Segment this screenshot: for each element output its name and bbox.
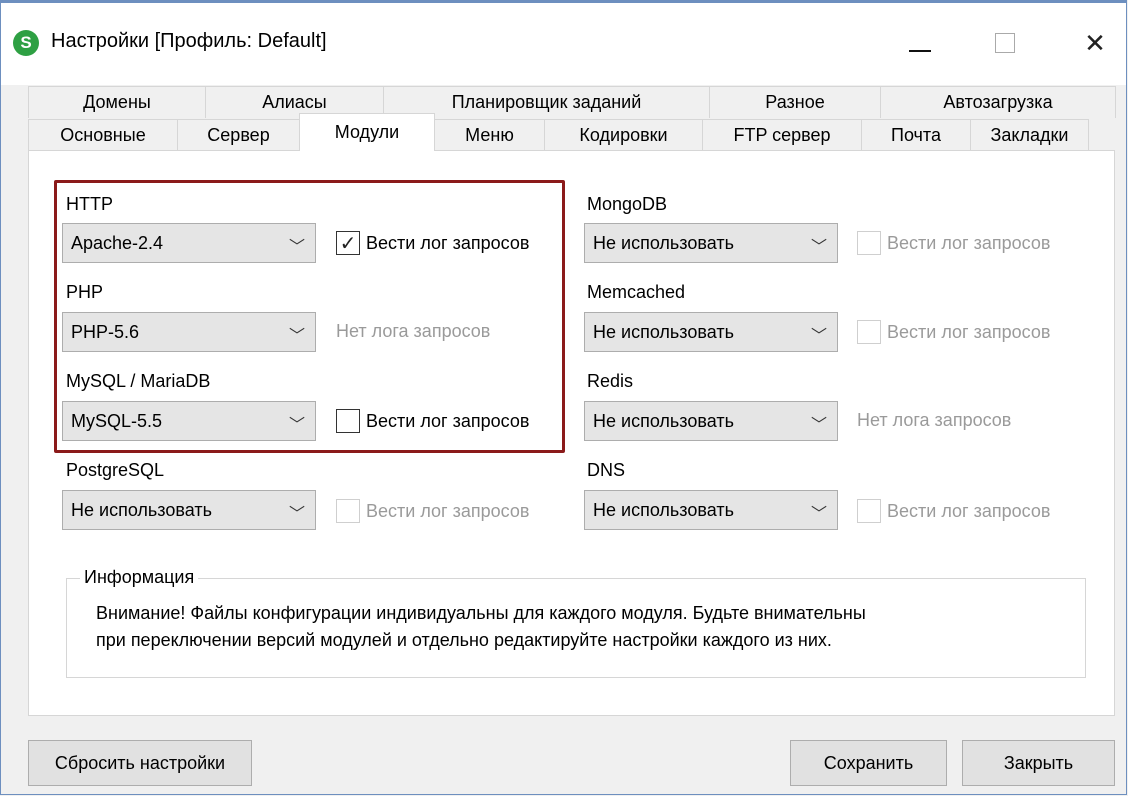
postgresql-label: PostgreSQL [66, 460, 165, 480]
memcached-select[interactable]: Не использовать ﹀ [584, 312, 838, 352]
checkmark-icon[interactable]: ✓ [336, 231, 360, 255]
dns-log-label: Вести лог запросов [887, 500, 1051, 521]
dns-log-checkbox[interactable]: Вести лог запросов [857, 499, 1050, 523]
memcached-select-value: Не использовать [593, 321, 734, 342]
checkbox-disabled-icon [857, 499, 881, 523]
chevron-down-icon: ﹀ [810, 506, 827, 523]
chevron-down-icon: ﹀ [288, 239, 305, 256]
chevron-down-icon: ﹀ [288, 328, 305, 345]
tab-row-back: Домены Алиасы Планировщик заданий Разное… [28, 86, 1116, 118]
memcached-log-label: Вести лог запросов [887, 321, 1051, 342]
http-label: HTTP [66, 194, 113, 214]
redis-select[interactable]: Не использовать ﹀ [584, 401, 838, 441]
tab-modules[interactable]: Модули [299, 113, 435, 151]
mongodb-select-value: Не использовать [593, 232, 734, 253]
save-button[interactable]: Сохранить [790, 740, 947, 786]
tab-ftp-server[interactable]: FTP сервер [702, 119, 862, 151]
checkbox-empty-icon[interactable] [336, 409, 360, 433]
postgresql-select-value: Не использовать [71, 499, 212, 520]
http-select-value: Apache-2.4 [71, 232, 164, 253]
close-icon[interactable]: ✕ [1066, 21, 1124, 65]
info-line-1: Внимание! Файлы конфигурации индивидуаль… [96, 603, 866, 623]
chevron-down-icon: ﹀ [288, 417, 305, 434]
redis-select-value: Не использовать [593, 410, 734, 431]
info-line-2: при переключении версий модулей и отдель… [96, 630, 832, 650]
http-log-checkbox[interactable]: ✓ Вести лог запросов [336, 231, 529, 255]
memcached-label: Memcached [587, 282, 686, 302]
tab-row-front: Основные Сервер Модули Меню Кодировки FT… [28, 113, 1089, 151]
checkbox-disabled-icon [336, 499, 360, 523]
php-select[interactable]: PHP-5.6 ﹀ [62, 312, 316, 352]
chevron-down-icon: ﹀ [810, 417, 827, 434]
checkbox-disabled-icon [857, 231, 881, 255]
checkbox-disabled-icon [857, 320, 881, 344]
tab-general[interactable]: Основные [28, 119, 178, 151]
app-logo-icon: S [13, 30, 39, 56]
memcached-log-checkbox[interactable]: Вести лог запросов [857, 320, 1050, 344]
mongodb-log-checkbox[interactable]: Вести лог запросов [857, 231, 1050, 255]
http-select[interactable]: Apache-2.4 ﹀ [62, 223, 316, 263]
postgresql-select[interactable]: Не использовать ﹀ [62, 490, 316, 530]
chevron-down-icon: ﹀ [810, 328, 827, 345]
tab-misc[interactable]: Разное [709, 86, 881, 118]
chevron-down-icon: ﹀ [810, 239, 827, 256]
reset-settings-button[interactable]: Сбросить настройки [28, 740, 252, 786]
chevron-down-icon: ﹀ [288, 506, 305, 523]
php-log-note: Нет лога запросов [336, 321, 491, 341]
redis-label: Redis [587, 371, 634, 391]
redis-log-note: Нет лога запросов [857, 410, 1012, 430]
dns-select-value: Не использовать [593, 499, 734, 520]
dns-select[interactable]: Не использовать ﹀ [584, 490, 838, 530]
postgresql-log-label: Вести лог запросов [366, 500, 530, 521]
tab-bookmarks[interactable]: Закладки [970, 119, 1089, 151]
tab-mail[interactable]: Почта [861, 119, 971, 151]
http-log-label: Вести лог запросов [366, 232, 530, 253]
tab-domains[interactable]: Домены [28, 86, 206, 118]
info-legend: Информация [80, 567, 199, 588]
mysql-log-checkbox[interactable]: Вести лог запросов [336, 409, 529, 433]
tab-menu[interactable]: Меню [434, 119, 545, 151]
minimize-icon[interactable] [891, 21, 949, 65]
mysql-log-label: Вести лог запросов [366, 410, 530, 431]
tab-server[interactable]: Сервер [177, 119, 300, 151]
window-title: Настройки [Профиль: Default] [51, 30, 327, 52]
mongodb-log-label: Вести лог запросов [887, 232, 1051, 253]
title-bar[interactable]: S Настройки [Профиль: Default] ✕ [1, 3, 1126, 85]
tab-autostart[interactable]: Автозагрузка [880, 86, 1116, 118]
dns-label: DNS [587, 460, 626, 480]
tab-encodings[interactable]: Кодировки [544, 119, 703, 151]
mysql-label: MySQL / MariaDB [66, 371, 211, 391]
info-text: Внимание! Файлы конфигурации индивидуаль… [96, 600, 1056, 654]
close-button[interactable]: Закрыть [962, 740, 1115, 786]
mongodb-label: MongoDB [587, 194, 668, 214]
php-label: PHP [66, 282, 104, 302]
mysql-select[interactable]: MySQL-5.5 ﹀ [62, 401, 316, 441]
postgresql-log-checkbox[interactable]: Вести лог запросов [336, 499, 529, 523]
maximize-icon[interactable] [976, 21, 1034, 65]
mongodb-select[interactable]: Не использовать ﹀ [584, 223, 838, 263]
mysql-select-value: MySQL-5.5 [71, 410, 163, 431]
php-select-value: PHP-5.6 [71, 321, 140, 342]
